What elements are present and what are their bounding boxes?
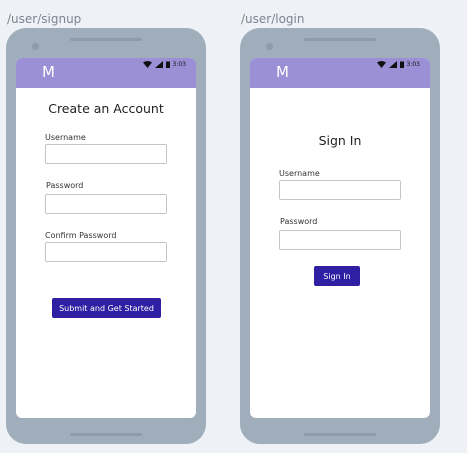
wifi-icon — [142, 61, 152, 68]
home-indicator — [70, 433, 142, 436]
app-logo[interactable]: M — [276, 63, 289, 81]
confirm-password-label: Confirm Password — [45, 231, 117, 240]
login-screen: M 3:03 Sign In Username Password Sign In — [250, 58, 430, 418]
status-bar: 3:03 — [376, 61, 420, 68]
camera — [266, 43, 273, 50]
username-label: Username — [279, 169, 320, 178]
app-bar: M 3:03 — [250, 58, 430, 88]
wifi-icon — [376, 61, 386, 68]
home-indicator — [304, 433, 376, 436]
confirm-password-field[interactable] — [45, 242, 167, 262]
status-time: 3:03 — [406, 61, 420, 68]
camera — [32, 43, 39, 50]
page-title: Create an Account — [48, 101, 164, 116]
login-route-label: /user/login — [241, 12, 305, 26]
username-field[interactable] — [279, 180, 401, 200]
password-label: Password — [46, 181, 84, 190]
login-phone-frame: M 3:03 Sign In Username Password Sign In — [240, 28, 440, 444]
sign-in-button[interactable]: Sign In — [314, 266, 360, 286]
username-label: Username — [45, 133, 86, 142]
speaker — [70, 38, 142, 41]
signal-icon — [388, 61, 397, 68]
password-field[interactable] — [279, 230, 401, 250]
signup-phone-frame: M 3:03 Create an Account Username Passwo… — [6, 28, 206, 444]
status-time: 3:03 — [172, 61, 186, 68]
app-bar: M 3:03 — [16, 58, 196, 88]
password-label: Password — [280, 217, 318, 226]
submit-button[interactable]: Submit and Get Started — [52, 298, 161, 318]
signal-icon — [154, 61, 163, 68]
signup-route-label: /user/signup — [7, 12, 82, 26]
username-field[interactable] — [45, 144, 167, 164]
password-field[interactable] — [45, 194, 167, 214]
app-logo[interactable]: M — [42, 63, 55, 81]
speaker — [304, 38, 376, 41]
battery-icon — [165, 61, 170, 68]
signup-screen: M 3:03 Create an Account Username Passwo… — [16, 58, 196, 418]
battery-icon — [399, 61, 404, 68]
status-bar: 3:03 — [142, 61, 186, 68]
page-title: Sign In — [318, 133, 362, 148]
